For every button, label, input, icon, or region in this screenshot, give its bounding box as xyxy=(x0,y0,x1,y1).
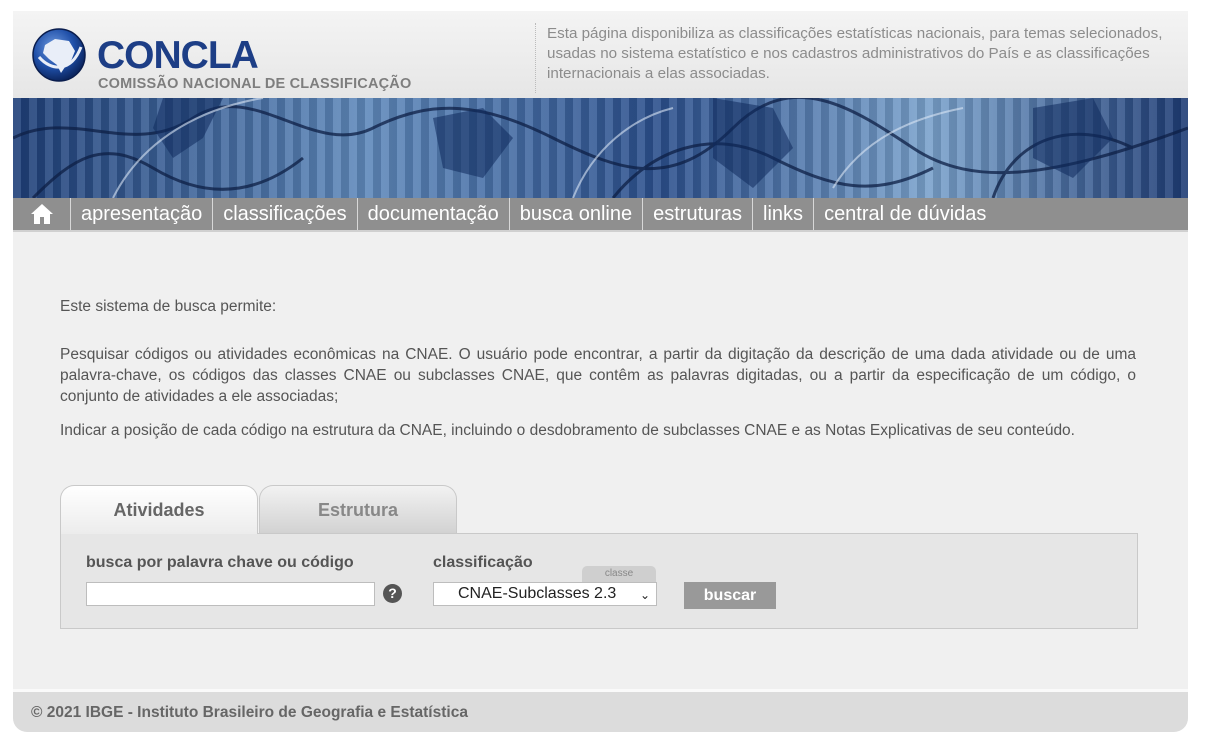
footer: © 2021 IBGE - Instituto Brasileiro de Ge… xyxy=(13,689,1188,732)
header-divider xyxy=(535,23,536,93)
nav-item-estruturas[interactable]: estruturas xyxy=(643,198,754,230)
footer-copyright: © 2021 IBGE - Instituto Brasileiro de Ge… xyxy=(31,704,468,721)
nav-item-central-de-duvidas[interactable]: central de dúvidas xyxy=(814,198,996,230)
globe-logo-icon xyxy=(32,28,86,82)
help-icon[interactable]: ? xyxy=(383,584,402,603)
header-description: Esta página disponibiliza as classificaç… xyxy=(547,25,1163,82)
nav-home-button[interactable] xyxy=(13,198,71,230)
description-paragraph-2: Indicar a posição de cada código na estr… xyxy=(60,422,1075,439)
tab-estrutura[interactable]: Estrutura xyxy=(259,485,457,533)
classification-label: classificação xyxy=(433,554,533,571)
buscar-button[interactable]: buscar xyxy=(684,582,776,609)
header: CONCLA COMISSÃO NACIONAL DE CLASSIFICAÇÃ… xyxy=(13,11,1188,98)
description-paragraph-1: Pesquisar códigos ou atividades econômic… xyxy=(60,346,1136,405)
banner-map-graphic xyxy=(13,98,1188,198)
nav-item-links[interactable]: links xyxy=(753,198,815,230)
tab-atividades[interactable]: Atividades xyxy=(60,485,258,534)
classe-badge: classe xyxy=(582,566,656,582)
banner-image xyxy=(13,98,1188,198)
nav-item-busca-online[interactable]: busca online xyxy=(510,198,644,230)
logo-title: CONCLA xyxy=(97,34,259,77)
classification-select-value: CNAE-Subclasses 2.3 xyxy=(458,585,617,602)
nav-item-classificacoes[interactable]: classificações xyxy=(213,198,358,230)
classification-select[interactable]: CNAE-Subclasses 2.3 ⌄ xyxy=(433,582,657,606)
page: CONCLA COMISSÃO NACIONAL DE CLASSIFICAÇÃ… xyxy=(13,11,1188,732)
logo-subtitle: COMISSÃO NACIONAL DE CLASSIFICAÇÃO xyxy=(98,76,412,92)
main-nav: apresentação classificações documentação… xyxy=(13,198,1188,232)
keyword-label: busca por palavra chave ou código xyxy=(86,554,354,571)
intro-text: Este sistema de busca permite: xyxy=(60,298,277,315)
search-input[interactable] xyxy=(86,582,375,606)
home-icon xyxy=(30,204,53,224)
nav-item-apresentacao[interactable]: apresentação xyxy=(71,198,214,230)
chevron-down-icon: ⌄ xyxy=(639,588,650,602)
nav-item-documentacao[interactable]: documentação xyxy=(358,198,510,230)
